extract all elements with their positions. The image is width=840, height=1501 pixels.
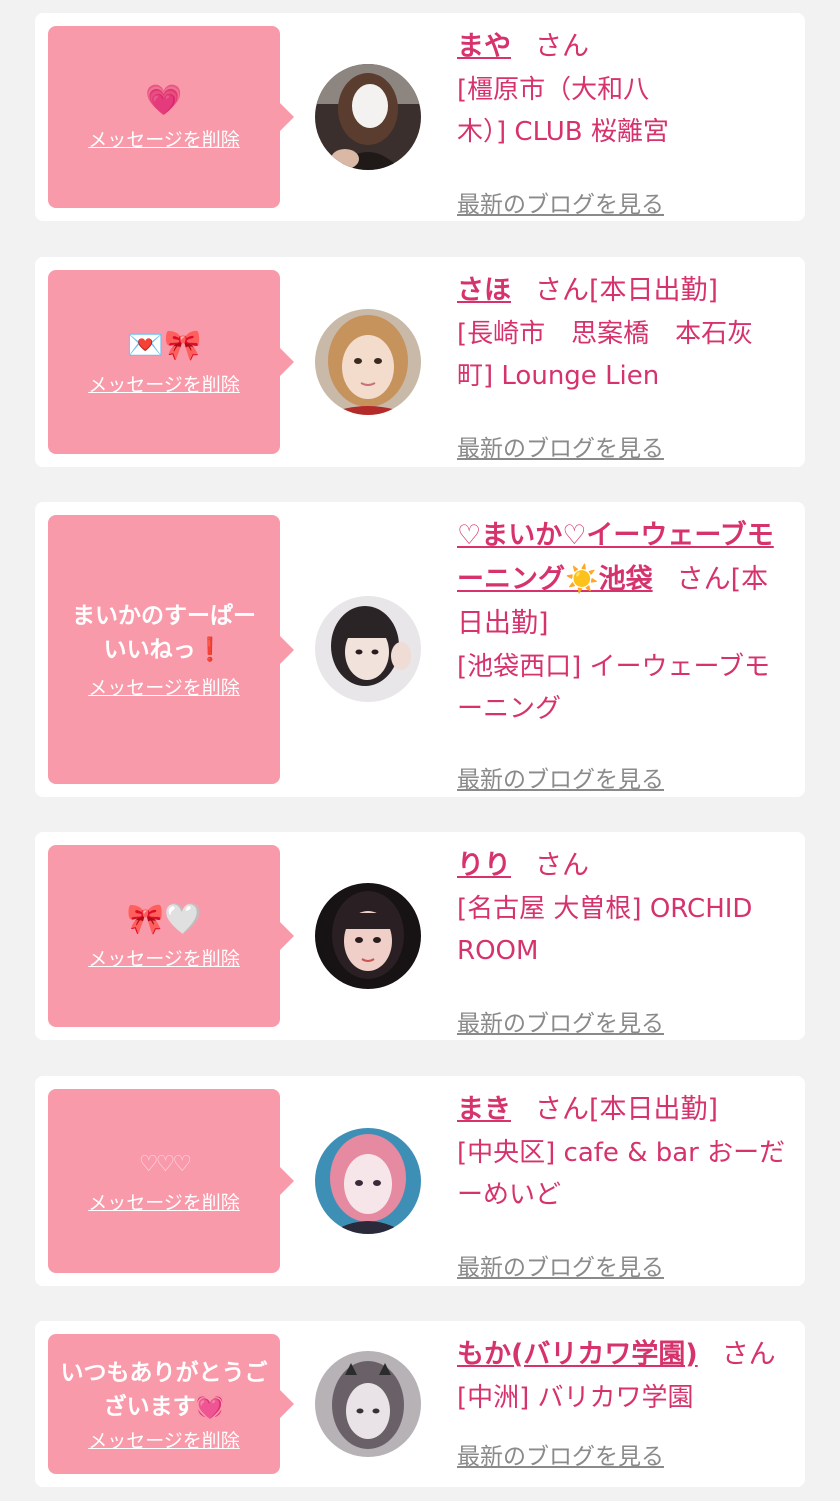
shop-line: 木）] CLUB 桜離宮 <box>457 117 669 147</box>
message-bubble: 🎀🤍 メッセージを削除 <box>48 845 294 1027</box>
honorific: さん <box>535 850 589 881</box>
status-text: [本日出勤] <box>589 1094 719 1125</box>
cast-name-link[interactable]: りり <box>457 850 511 881</box>
message-text: 💌🎀 <box>126 327 202 363</box>
message-text: ♡♡♡ <box>138 1151 192 1177</box>
honorific: さん <box>535 31 589 62</box>
honorific: さん <box>535 1094 589 1125</box>
avatar[interactable] <box>315 64 421 170</box>
latest-blog-link[interactable]: 最新のブログを見る <box>457 1004 664 1038</box>
message-card: 💗 メッセージを削除 まや さん [橿原市（大和八 木）] CLUB 桜離宮 最新… <box>35 13 805 221</box>
message-bubble: いつもありがとうございます💓 メッセージを削除 <box>48 1334 294 1474</box>
honorific: さん <box>721 1339 776 1370</box>
message-bubble: 💌🎀 メッセージを削除 <box>48 270 294 454</box>
cast-name-link[interactable]: まき <box>457 1094 511 1125</box>
honorific: さん <box>535 275 589 306</box>
delete-message-link[interactable]: メッセージを削除 <box>88 1426 240 1453</box>
shop-line: ROOM <box>457 936 539 966</box>
latest-blog-link[interactable]: 最新のブログを見る <box>457 429 664 463</box>
message-card: 🎀🤍 メッセージを削除 りり さん [名古屋 大曽根] ORCHID ROOM 最… <box>35 832 805 1040</box>
shop-line: ーニング <box>457 694 562 724</box>
latest-blog-link[interactable]: 最新のブログを見る <box>457 760 664 794</box>
delete-message-link[interactable]: メッセージを削除 <box>88 125 240 152</box>
message-text: 💗 <box>145 82 183 118</box>
shop-line: [中央区] cafe & bar おーだ <box>457 1138 786 1168</box>
shop-line: [長崎市 思案橋 本石灰 <box>457 319 754 349</box>
message-bubble: まいかのすーぱーいいねっ❗️ メッセージを削除 <box>48 515 294 784</box>
avatar[interactable] <box>315 883 421 989</box>
shop-line: [名古屋 大曽根] ORCHID <box>457 894 753 924</box>
cast-name-link[interactable]: もか(バリカワ学園) <box>457 1339 698 1370</box>
message-card: まいかのすーぱーいいねっ❗️ メッセージを削除 ♡まいか♡イーウェーブモーニング… <box>35 502 805 797</box>
message-bubble: ♡♡♡ メッセージを削除 <box>48 1089 294 1273</box>
delete-message-link[interactable]: メッセージを削除 <box>88 944 240 971</box>
cast-info: りり さん [名古屋 大曽根] ORCHID ROOM 最新のブログを見る <box>457 844 792 1037</box>
cast-name-link[interactable]: さほ <box>457 275 511 306</box>
cast-name-link[interactable]: まや <box>457 31 511 62</box>
latest-blog-link[interactable]: 最新のブログを見る <box>457 1437 664 1471</box>
avatar[interactable] <box>315 1128 421 1234</box>
message-text: 🎀🤍 <box>126 901 202 937</box>
avatar[interactable] <box>315 1351 421 1457</box>
message-bubble: 💗 メッセージを削除 <box>48 26 294 208</box>
cast-info: まき さん[本日出勤] [中央区] cafe & bar おーだ ーめいど 最新の… <box>457 1088 792 1281</box>
latest-blog-link[interactable]: 最新のブログを見る <box>457 185 664 219</box>
latest-blog-link[interactable]: 最新のブログを見る <box>457 1248 664 1282</box>
shop-line: [池袋西口] イーウェーブモ <box>457 652 770 682</box>
cast-info: ♡まいか♡イーウェーブモーニング☀️池袋 さん[本日出勤] [池袋西口] イーウェ… <box>457 514 792 793</box>
message-card: 💌🎀 メッセージを削除 さほ さん[本日出勤] [長崎市 思案橋 本石灰 町] L… <box>35 257 805 467</box>
avatar[interactable] <box>315 596 421 702</box>
shop-line: ーめいど <box>457 1180 562 1210</box>
status-text: [本日出勤] <box>589 275 719 306</box>
cast-info: もか(バリカワ学園) さん [中洲] バリカワ学園 最新のブログを見る <box>457 1333 792 1470</box>
message-text: いつもありがとうございます💓 <box>60 1359 268 1420</box>
message-text: まいかのすーぱーいいねっ❗️ <box>72 603 256 663</box>
delete-message-link[interactable]: メッセージを削除 <box>88 1188 240 1215</box>
cast-info: まや さん [橿原市（大和八 木）] CLUB 桜離宮 最新のブログを見る <box>457 25 792 218</box>
message-card: いつもありがとうございます💓 メッセージを削除 もか(バリカワ学園) さん [中洲… <box>35 1321 805 1487</box>
message-list: 💗 メッセージを削除 まや さん [橿原市（大和八 木）] CLUB 桜離宮 最新… <box>0 0 840 1501</box>
message-card: ♡♡♡ メッセージを削除 まき さん[本日出勤] [中央区] cafe & bar… <box>35 1076 805 1286</box>
shop-line: [中洲] バリカワ学園 <box>457 1383 694 1413</box>
shop-line: [橿原市（大和八 <box>457 75 650 105</box>
delete-message-link[interactable]: メッセージを削除 <box>88 370 240 397</box>
delete-message-link[interactable]: メッセージを削除 <box>88 673 240 700</box>
avatar[interactable] <box>315 309 421 415</box>
cast-info: さほ さん[本日出勤] [長崎市 思案橋 本石灰 町] Lounge Lien 最… <box>457 269 792 462</box>
honorific: さん <box>676 564 731 595</box>
shop-line: 町] Lounge Lien <box>457 361 660 391</box>
